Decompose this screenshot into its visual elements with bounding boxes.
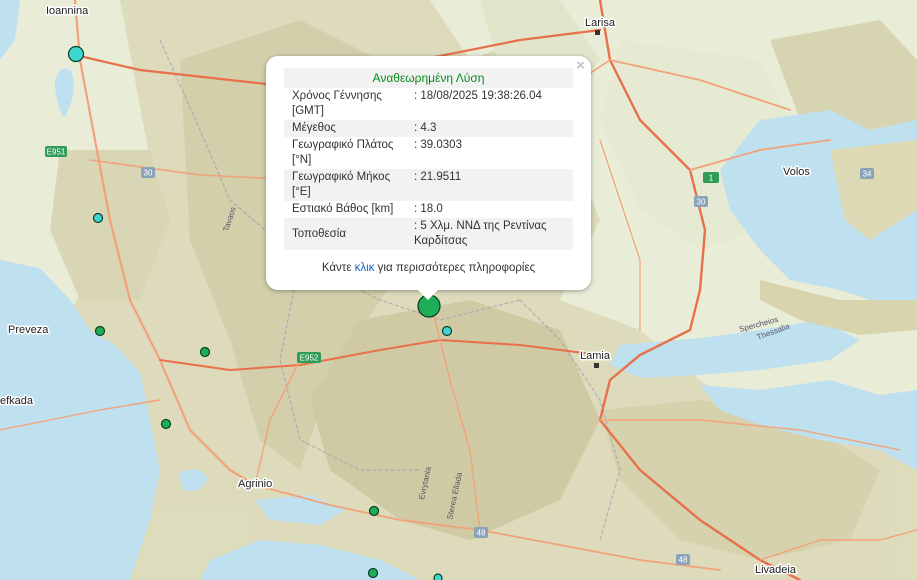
latitude-label: Γεωγραφικό Πλάτος [°N] [292,139,394,166]
road-shield-30: 30 [141,167,155,178]
time-value: : 18/08/2025 19:38:26.04 [414,90,542,102]
longitude-label: Γεωγραφικό Μήκος [°E] [284,169,406,201]
place-livadeia: Livadeia [754,563,799,578]
svg-text:48: 48 [679,556,688,565]
svg-text:Preveza: Preveza [8,324,49,336]
road-shield-34: 34 [860,168,874,179]
svg-text:1: 1 [709,174,714,183]
place-volos: Volos [782,165,812,180]
location-value: : 5 Χλμ. ΝΝΔ της Ρεντίνας Καρδίτσας [406,218,573,250]
table-row: Χρόνος Γέννησης [GMT] : 18/08/2025 19:38… [284,88,573,120]
quake-marker[interactable] [94,325,106,337]
table-row: Μέγεθος : 4.3 [284,120,573,137]
earthquake-popup: × Αναθεωρημένη Λύση Χρόνος Γέννησης [GMT… [266,56,591,300]
quake-marker[interactable] [92,212,104,224]
svg-text:Lamia: Lamia [580,350,611,362]
svg-text:E951: E951 [47,148,66,157]
table-row: Εστιακό Βάθος [km] : 18.0 [284,201,573,218]
svg-text:Livadeia: Livadeia [755,564,797,576]
table-row: Γεωγραφικό Μήκος [°E] : 21.9511 [284,169,573,201]
road-shield-e951: E951 [45,146,67,157]
close-icon[interactable]: × [576,58,585,74]
svg-text:E952: E952 [300,354,319,363]
popup-title: Αναθεωρημένη Λύση [284,68,573,88]
road-shield-30-east: 30 [694,196,708,207]
quake-marker[interactable] [199,346,211,358]
road-shield-1: 1 [703,172,719,183]
svg-text:34: 34 [863,170,872,179]
quake-marker[interactable] [368,505,380,517]
road-shield-48: 48 [474,527,488,538]
more-info-link[interactable]: κλικ [355,262,375,274]
quake-marker[interactable] [160,418,172,430]
quake-marker[interactable] [67,45,85,63]
place-preveza: Preveza [7,323,51,338]
location-label: Τοποθεσία [284,218,406,250]
place-agrinio: Agrinio [237,477,274,492]
latitude-value: : 39.0303 [414,139,462,151]
svg-text:Agrinio: Agrinio [238,478,272,490]
quake-marker[interactable] [367,567,379,579]
svg-text:efkada: efkada [0,395,34,407]
place-lefkada: efkada [0,394,35,409]
svg-text:30: 30 [697,198,706,207]
time-label: Χρόνος Γέννησης [GMT] [292,90,382,117]
depth-label: Εστιακό Βάθος [km] [292,203,394,215]
svg-text:30: 30 [144,169,153,178]
depth-value: : 18.0 [414,203,443,215]
more-info-text: Κάντε κλικ για περισσότερες πληροφορίες [321,262,536,274]
longitude-value: : 21.9511 [406,169,573,201]
quake-marker[interactable] [441,325,453,337]
popup-pointer [418,290,438,300]
svg-text:Volos: Volos [783,166,810,178]
svg-text:Larisa: Larisa [585,17,616,29]
svg-text:Ioannina: Ioannina [46,5,89,17]
magnitude-value: : 4.3 [406,120,573,137]
place-ioannina: Ioannina [45,4,91,19]
road-shield-e952: E952 [297,352,321,363]
table-row: Γεωγραφικό Πλάτος [°N] : 39.0303 [284,137,573,169]
table-row: Τοποθεσία : 5 Χλμ. ΝΝΔ της Ρεντίνας Καρδ… [284,218,573,250]
road-shield-48-east: 48 [676,554,690,565]
svg-text:48: 48 [477,529,486,538]
earthquake-info-table: Χρόνος Γέννησης [GMT] : 18/08/2025 19:38… [284,88,573,250]
quake-marker[interactable] [433,573,443,580]
magnitude-label: Μέγεθος [284,120,406,137]
